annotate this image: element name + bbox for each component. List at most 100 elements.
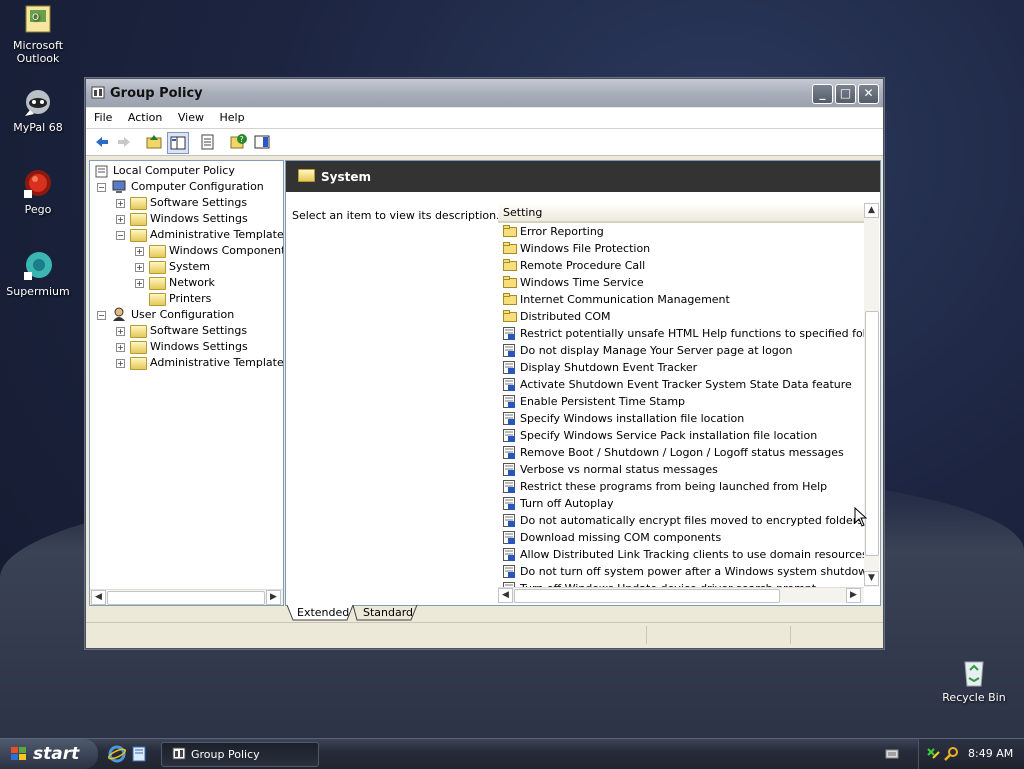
tree-label: Software Settings <box>150 324 248 337</box>
tree-label: Administrative Templates <box>150 228 284 241</box>
mypal-icon <box>22 86 54 118</box>
list-item-label: Activate Shutdown Event Tracker System S… <box>520 378 852 391</box>
policy-setting-icon <box>503 344 516 357</box>
expand-icon[interactable]: + <box>116 215 125 224</box>
windows-logo-icon <box>11 747 26 760</box>
collapse-icon[interactable]: − <box>97 183 106 192</box>
policy-setting-icon <box>503 565 516 578</box>
menu-view[interactable]: View <box>172 108 210 124</box>
keyboard-icon[interactable] <box>885 748 899 760</box>
tab-standard[interactable]: Standard <box>363 606 413 619</box>
desktop-icon-supermium[interactable]: Supermium <box>0 250 76 298</box>
expand-icon[interactable]: + <box>116 359 125 368</box>
export-list-icon[interactable] <box>198 132 218 152</box>
menu-bar: File Action View Help <box>86 108 883 129</box>
expand-icon[interactable]: + <box>135 247 144 256</box>
tree-label: Windows Settings <box>150 212 248 225</box>
internet-explorer-icon[interactable] <box>108 745 126 763</box>
scroll-down-icon[interactable]: ▼ <box>864 571 879 586</box>
tree-label: Computer Configuration <box>131 180 264 193</box>
settings-list: Setting Error Reporting Windows File Prot… <box>498 203 864 587</box>
list-item-label: Do not turn off system power after a Win… <box>520 565 864 578</box>
clock[interactable]: 8:49 AM <box>968 747 1013 760</box>
expand-icon[interactable]: + <box>135 279 144 288</box>
list-item-label: Do not display Manage Your Server page a… <box>520 344 793 357</box>
desktop-icon-label: MyPal 68 <box>13 121 63 134</box>
expand-icon[interactable]: + <box>116 327 125 336</box>
collapse-icon[interactable]: − <box>116 231 125 240</box>
taskbar-item-group-policy[interactable]: Group Policy <box>161 742 319 767</box>
folder-icon <box>149 245 166 258</box>
menu-help[interactable]: Help <box>213 108 250 124</box>
outlook-express-icon[interactable] <box>131 745 147 763</box>
show-hide-action-pane-icon[interactable] <box>252 132 272 152</box>
tree-label: User Configuration <box>131 308 235 321</box>
maximize-button[interactable]: □ <box>835 84 856 104</box>
desktop-icon-recycle-bin[interactable]: Recycle Bin <box>936 656 1012 704</box>
list-item-label: Enable Persistent Time Stamp <box>520 395 686 408</box>
close-button[interactable]: ✕ <box>858 84 879 104</box>
outlook-icon: O <box>22 4 54 36</box>
section-header: System <box>286 161 880 192</box>
collapse-icon[interactable]: − <box>97 311 106 320</box>
folder-icon <box>503 225 517 237</box>
start-button[interactable]: start <box>0 739 98 769</box>
folder-open-icon <box>149 261 166 274</box>
back-icon[interactable] <box>92 132 112 152</box>
scroll-thumb[interactable] <box>514 589 780 603</box>
list-item-label: Allow Distributed Link Tracking clients … <box>520 548 864 561</box>
folder-icon <box>503 259 517 271</box>
list-horizontal-scrollbar[interactable]: ◀ ▶ <box>498 587 864 603</box>
up-one-level-icon[interactable] <box>144 132 164 152</box>
tab-extended[interactable]: Extended <box>297 606 349 619</box>
tree-horizontal-scrollbar[interactable]: ◀ ▶ <box>90 589 283 605</box>
scroll-right-icon[interactable]: ▶ <box>266 590 281 605</box>
desktop-icon-outlook[interactable]: O Microsoft Outlook <box>0 4 76 65</box>
group-policy-icon <box>172 747 186 760</box>
group-policy-icon <box>91 86 105 99</box>
mouse-cursor-icon <box>854 507 868 527</box>
list-vertical-scrollbar[interactable]: ▲ ▼ <box>864 203 879 587</box>
folder-icon <box>503 293 517 305</box>
list-item-label: Restrict potentially unsafe HTML Help fu… <box>520 327 864 340</box>
forward-icon[interactable] <box>114 132 134 152</box>
details-pane: System Select an item to view its descri… <box>285 160 881 606</box>
list-item-label: Specify Windows installation file locati… <box>520 412 745 425</box>
desktop-icon-pego[interactable]: Pego <box>0 168 76 216</box>
scroll-left-icon[interactable]: ◀ <box>91 590 106 605</box>
scroll-right-icon[interactable]: ▶ <box>846 588 861 603</box>
tree-label: Administrative Templates <box>150 356 284 369</box>
folder-icon <box>503 242 517 254</box>
supermium-icon <box>22 250 54 282</box>
start-label: start <box>33 744 80 764</box>
scroll-up-icon[interactable]: ▲ <box>864 203 879 218</box>
help-icon[interactable]: ? <box>228 132 248 152</box>
tree-label: Local Computer Policy <box>113 164 235 177</box>
network-icon[interactable] <box>925 746 941 762</box>
list-item-label: Verbose vs normal status messages <box>520 463 718 476</box>
policy-setting-icon <box>503 497 516 510</box>
menu-file[interactable]: File <box>88 108 118 124</box>
desktop-icon-label: Outlook <box>16 52 60 65</box>
show-hide-tree-icon[interactable] <box>167 132 189 154</box>
column-header-setting[interactable]: Setting <box>498 203 864 223</box>
scroll-thumb[interactable] <box>107 591 265 605</box>
view-tabs: Extended Standard <box>285 605 585 621</box>
description-text: Select an item to view its description. <box>292 209 500 222</box>
desktop-icon-mypal[interactable]: MyPal 68 <box>0 86 76 134</box>
list-item-label: Remove Boot / Shutdown / Logon / Logoff … <box>520 446 844 459</box>
console-tree: Local Computer Policy − Computer Configu… <box>89 160 284 606</box>
title-bar[interactable]: Group Policy _ □ ✕ <box>86 79 883 107</box>
expand-icon[interactable]: + <box>116 343 125 352</box>
taskbar-item-label: Group Policy <box>191 748 260 761</box>
search-icon[interactable] <box>943 746 959 762</box>
expand-icon[interactable]: + <box>116 199 125 208</box>
menu-action[interactable]: Action <box>122 108 168 124</box>
header-tab-curve <box>496 192 880 202</box>
list-item-label: Download missing COM components <box>520 531 722 544</box>
column-header-label: Setting <box>503 206 543 219</box>
expand-icon[interactable]: + <box>135 263 144 272</box>
minimize-button[interactable]: _ <box>812 84 833 104</box>
list-item-label: Internet Communication Management <box>520 293 730 306</box>
scroll-left-icon[interactable]: ◀ <box>498 588 513 603</box>
